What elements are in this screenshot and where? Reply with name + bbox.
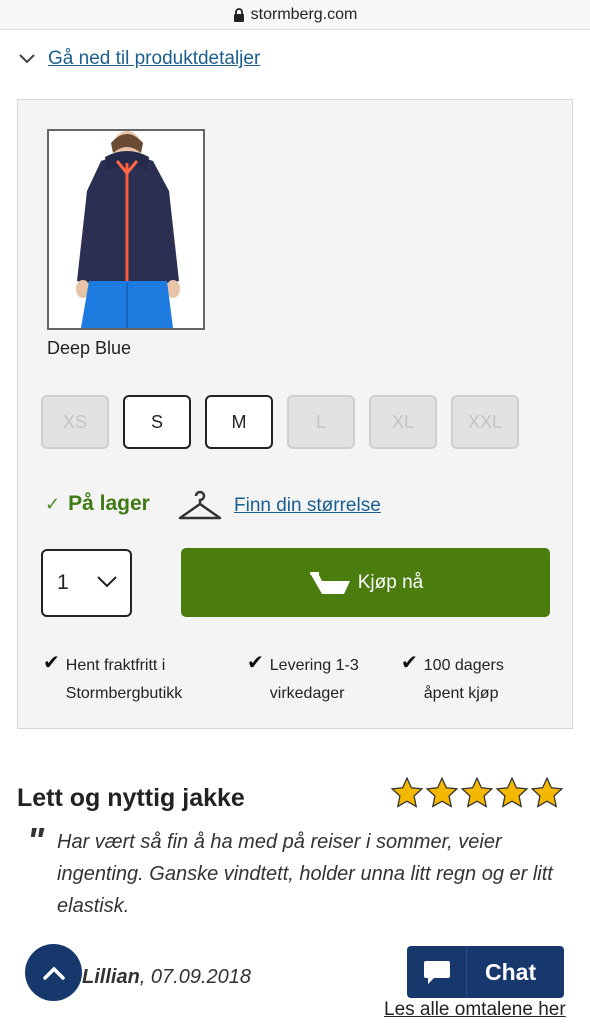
star-icon: [460, 776, 494, 808]
jump-to-details-link[interactable]: Gå ned til produktdetaljer: [18, 48, 260, 70]
benefit-line: Hent fraktfritt i: [65, 657, 166, 674]
review-text: Har vært så fin å ha med på reiser i som…: [57, 831, 553, 917]
product-color-thumbnail[interactable]: [47, 129, 205, 330]
review-date: , 07.09.2018: [139, 966, 252, 988]
star-icon: [530, 776, 564, 808]
size-option-xl[interactable]: XL: [369, 395, 437, 449]
jump-link-label: Gå ned til produktdetaljer: [48, 48, 261, 69]
shopping-cart-icon: [309, 571, 350, 594]
browser-url-bar[interactable]: stormberg.com: [0, 0, 590, 30]
benefit-line: Stormbergbutikk: [65, 685, 183, 702]
chat-label: Chat: [485, 958, 537, 985]
benefit-line: 100 dagers: [423, 657, 504, 674]
chat-bubble-icon: [423, 961, 450, 984]
chat-icon-wrap: [407, 946, 467, 998]
size-finder-link[interactable]: Finn din størrelse: [176, 488, 381, 524]
chevron-down-icon: [19, 54, 35, 64]
benefit-item: ✔ 100 dagers åpent kjøp: [401, 652, 504, 708]
quantity-select[interactable]: 1: [41, 549, 132, 617]
review-rating-stars: [390, 776, 565, 810]
size-option-m[interactable]: M: [205, 395, 273, 449]
review-author: Lillian: [82, 966, 140, 988]
benefit-item: ✔ Hent fraktfritt i Stormbergbutikk: [43, 652, 182, 708]
url-text: stormberg.com: [250, 5, 358, 23]
size-selector: XS S M L XL XXL: [41, 395, 533, 449]
chevron-up-icon: [42, 966, 65, 980]
hanger-icon: [178, 490, 222, 520]
stock-status: ✓ På lager: [45, 492, 150, 516]
chevron-down-icon: [97, 576, 117, 588]
buy-now-button[interactable]: Kjøp nå: [181, 548, 550, 617]
benefit-item: ✔ Levering 1-3 virkedager: [247, 652, 359, 708]
quantity-value: 1: [57, 571, 69, 594]
quote-mark: ": [27, 820, 45, 861]
star-icon: [390, 776, 424, 808]
stock-status-label: På lager: [68, 492, 150, 515]
buy-now-label: Kjøp nå: [357, 571, 424, 593]
checkmark-icon: ✓: [45, 493, 61, 514]
lock-icon: [233, 7, 244, 22]
benefit-line: Levering 1-3: [269, 657, 359, 674]
checkmark-icon: ✔: [401, 652, 418, 674]
size-option-s[interactable]: S: [123, 395, 191, 449]
size-finder-label: Finn din størrelse: [234, 495, 381, 516]
size-option-l[interactable]: L: [287, 395, 355, 449]
scroll-to-top-button[interactable]: [25, 944, 82, 1001]
star-icon: [495, 776, 529, 808]
star-icon: [425, 776, 459, 808]
review-author-line: Lillian, 07.09.2018: [82, 966, 251, 989]
all-reviews-link[interactable]: Les alle omtalene her: [384, 999, 566, 1021]
checkmark-icon: ✔: [247, 652, 264, 674]
size-option-xs[interactable]: XS: [41, 395, 109, 449]
chat-button[interactable]: Chat: [407, 946, 564, 998]
color-name-label: Deep Blue: [47, 338, 132, 358]
checkmark-icon: ✔: [43, 652, 60, 674]
review-title: Lett og nyttig jakke: [17, 784, 245, 812]
size-option-xxl[interactable]: XXL: [451, 395, 519, 449]
benefit-line: virkedager: [269, 685, 345, 702]
product-purchase-panel: Deep Blue XS S M L XL XXL ✓ På lager Fin…: [17, 99, 573, 729]
jacket-model-image: [49, 131, 203, 328]
benefit-line: åpent kjøp: [423, 685, 499, 702]
